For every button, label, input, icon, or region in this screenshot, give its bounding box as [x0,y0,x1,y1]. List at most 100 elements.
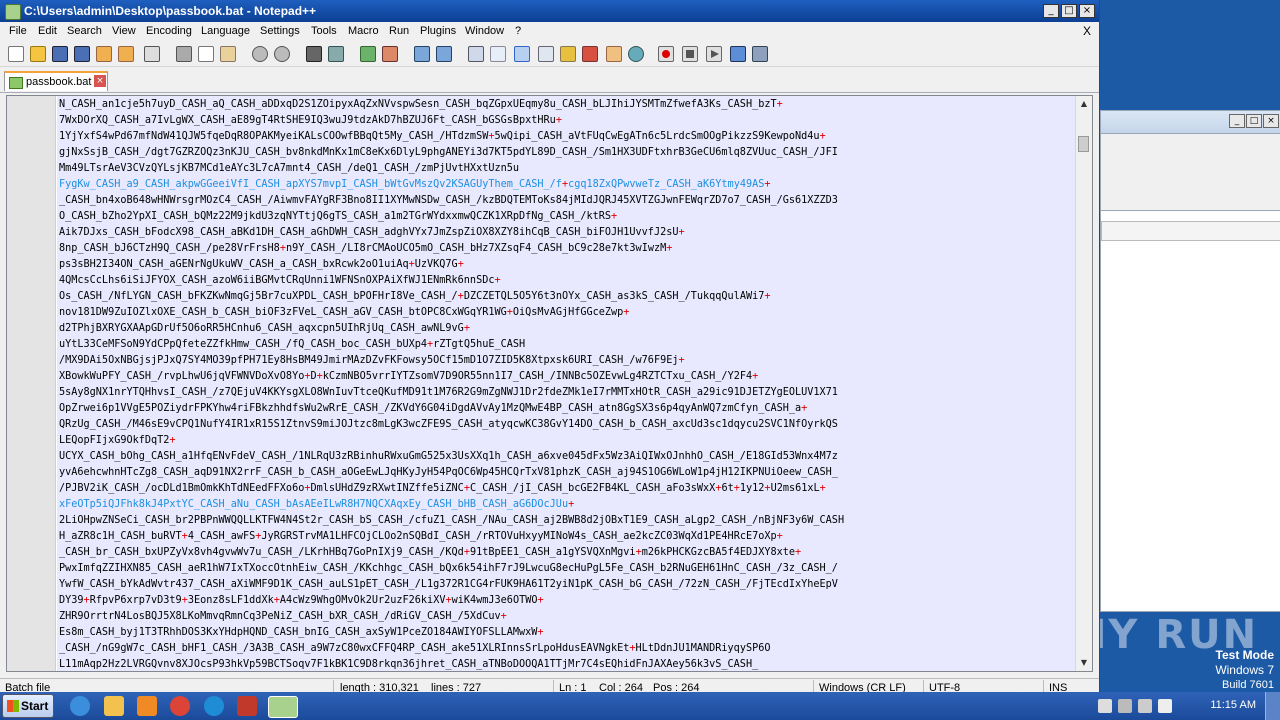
code-line[interactable]: YwfW_CASH_bYkAdWvtr437_CASH_aXiWMF9D1K_C… [59,577,844,593]
action-center-flag-icon[interactable] [1158,699,1172,713]
show-desktop-button[interactable] [1265,692,1280,720]
code-line[interactable]: QRzUg_CASH_/M46sE9vCPQ1NufY4IR1xR15S1Ztn… [59,417,844,433]
menu-tools[interactable]: Tools [311,25,337,37]
undo-icon[interactable] [252,46,268,62]
volume-icon[interactable] [1138,699,1152,713]
replace-icon[interactable] [328,46,344,62]
close-file-icon[interactable] [96,46,112,62]
title-bar[interactable]: C:\Users\admin\Desktop\passbook.bat - No… [0,0,1099,22]
scroll-up-icon[interactable]: ▲ [1076,96,1092,112]
menu-macro[interactable]: Macro [348,25,379,37]
cut-icon[interactable] [176,46,192,62]
close-document-button[interactable]: X [1083,24,1091,38]
code-line[interactable]: PwxImfqZZIHXN85_CASH_aeR1hW7IxTXoccOtnhE… [59,561,844,577]
udl-icon[interactable] [538,46,554,62]
close-button[interactable]: × [1079,4,1095,18]
code-line[interactable]: _CASH_br_CASH_bxUPZyVx8vh4gvwWv7u_CASH_/… [59,545,844,561]
background-scrollbar[interactable] [1101,221,1280,241]
menu-view[interactable]: View [112,25,136,37]
bg-maximize-button[interactable]: □ [1246,114,1262,128]
menu-language[interactable]: Language [201,25,250,37]
copy-icon[interactable] [198,46,214,62]
tab-close-icon[interactable]: × [94,75,106,87]
code-line[interactable]: nov181DW9ZuIOZlxOXE_CASH_b_CASH_biOF3zFV… [59,305,844,321]
sync-vertical-icon[interactable] [414,46,430,62]
zoom-in-icon[interactable] [360,46,376,62]
clock[interactable]: 11:15 AM [1210,699,1256,711]
minimize-button[interactable]: _ [1043,4,1059,18]
code-line[interactable]: 5sAy8gNX1nrYTQHhvsI_CASH_/z7QEjuV4KKYsgX… [59,385,844,401]
menu-run[interactable]: Run [389,25,409,37]
word-wrap-icon[interactable] [468,46,484,62]
menu-edit[interactable]: Edit [38,25,57,37]
indent-guide-icon[interactable] [514,46,530,62]
menu-window[interactable]: Window [465,25,504,37]
code-line[interactable]: 7WxDOrXQ_CASH_a7IvLgWX_CASH_aE89gT4RtSHE… [59,113,844,129]
code-line[interactable]: _CASH_bn4xoB648wHNWrsgrMOzC4_CASH_/Aiwmv… [59,193,844,209]
maximize-button[interactable]: □ [1061,4,1077,18]
start-button[interactable]: Start [2,694,54,718]
internet-explorer-icon[interactable] [70,696,90,716]
code-line[interactable]: 2LiOHpwZNSeCi_CASH_br2PBPnWWQQLLKTFW4N4S… [59,513,844,529]
explorer-folder-icon[interactable] [104,696,124,716]
code-content[interactable]: N_CASH_an1cje5h7uyD_CASH_aQ_CASH_aDDxqD2… [59,97,844,671]
new-file-icon[interactable] [8,46,24,62]
chrome-icon[interactable] [170,696,190,716]
code-line[interactable]: Mm49LTsrAeV3CVzQYLsjKB7MCd1eAYc3L7cA7mnt… [59,161,844,177]
code-line[interactable]: 1YjYxfS4wPd67mfNdW41QJW5fqeDqR8OPAKMyeiK… [59,129,844,145]
code-line[interactable]: d2TPhjBXRYGXAApGDrUf5O6oRR5HCnhu6_CASH_a… [59,321,844,337]
editor-pane[interactable]: N_CASH_an1cje5h7uyD_CASH_aQ_CASH_aDDxqD2… [6,95,1093,672]
code-line[interactable]: FygKw_CASH_a9_CASH_akpwGGeeiVfI_CASH_apX… [59,177,844,193]
code-line[interactable]: Es8m_CASH_byj1T3TRhhDOS3KxYHdpHQND_CASH_… [59,625,844,641]
play-macro-icon[interactable] [706,46,722,62]
code-line[interactable]: H_aZR8c1H_CASH_buRVT+4_CASH_awFS+JyRGRST… [59,529,844,545]
notepadpp-taskbar-icon[interactable] [268,696,298,718]
code-line[interactable]: uYtL33CeMFSoN9YdCPpQfeteZZfkHmw_CASH_/fQ… [59,337,844,353]
doc-map-icon[interactable] [560,46,576,62]
code-line[interactable]: O_CASH_bZho2YpXI_CASH_bQMz22M9jkdU3zqNYT… [59,209,844,225]
function-list-icon[interactable] [582,46,598,62]
tab-passbook-bat[interactable]: passbook.bat × [4,71,108,91]
code-line[interactable]: 4QMcsCcLhs6iSiJFYOX_CASH_azoW6iiBGMvtCRq… [59,273,844,289]
menu-plugins[interactable]: Plugins [420,25,456,37]
code-line[interactable]: Aik7DJxs_CASH_bFodcX98_CASH_aBKd1DH_CASH… [59,225,844,241]
code-line[interactable]: gjNxSsjB_CASH_/dgt7GZRZOQz3nKJU_CASH_bv8… [59,145,844,161]
sync-horizontal-icon[interactable] [436,46,452,62]
menu-file[interactable]: File [9,25,27,37]
print-icon[interactable] [144,46,160,62]
folder-workspace-icon[interactable] [606,46,622,62]
media-player-icon[interactable] [137,696,157,716]
stop-macro-icon[interactable] [682,46,698,62]
save-all-icon[interactable] [74,46,90,62]
code-line[interactable]: xFeOTp5iQJFhk8kJ4PxtYC_CASH_aNu_CASH_bAs… [59,497,844,513]
code-line[interactable]: N_CASH_an1cje5h7uyD_CASH_aQ_CASH_aDDxqD2… [59,97,844,113]
bg-minimize-button[interactable]: _ [1229,114,1245,128]
close-all-icon[interactable] [118,46,134,62]
save-icon[interactable] [52,46,68,62]
scroll-thumb[interactable] [1078,136,1089,152]
code-line[interactable]: yvA6ehcwhnHTcZg8_CASH_aqD91NX2rrF_CASH_b… [59,465,844,481]
save-macro-icon[interactable] [752,46,768,62]
code-line[interactable]: LEQopFIjxG9OkfDqT2+ [59,433,844,449]
menu-search[interactable]: Search [67,25,102,37]
paste-icon[interactable] [220,46,236,62]
bg-close-button[interactable]: × [1263,114,1279,128]
text-area[interactable]: N_CASH_an1cje5h7uyD_CASH_aQ_CASH_aDDxqD2… [57,96,1077,671]
vertical-scrollbar[interactable]: ▲ ▼ [1075,96,1092,671]
menu-settings[interactable]: Settings [260,25,300,37]
menu-encoding[interactable]: Encoding [146,25,192,37]
tray-arrow-icon[interactable] [1098,699,1112,713]
edge-icon[interactable] [204,696,224,716]
show-all-chars-icon[interactable] [490,46,506,62]
redo-icon[interactable] [274,46,290,62]
code-line[interactable]: OpZrwei6p1VVgE5POZiydrFPKYhw4riFBkzhhdfs… [59,401,844,417]
code-line[interactable]: 8np_CASH_bJ6CTzH9Q_CASH_/pe28VrFrsH8 +n9Y… [59,241,844,257]
code-line[interactable]: XBowkWuPFY_CASH_/rvpLhwU6jqVFWNVDoXvO8Yo… [59,369,844,385]
open-folder-icon[interactable] [30,46,46,62]
code-line[interactable]: _CASH_/nG9gW7c_CASH_bHF1_CASH_/3A3B_CASH… [59,641,844,657]
code-line[interactable]: ps3sBH2I34ON_CASH_aGENrNgUkuWV_CASH_a_CA… [59,257,844,273]
code-line[interactable]: L11mAqp2Hz2LVRGQvnv8XJOcsP93hkVp59BCTSoq… [59,657,844,671]
zoom-out-icon[interactable] [382,46,398,62]
code-line[interactable]: /PJBV2iK_CASH_/ocDLd1BmOmkKhTdNEedFFXo6o… [59,481,844,497]
network-icon[interactable] [1118,699,1132,713]
